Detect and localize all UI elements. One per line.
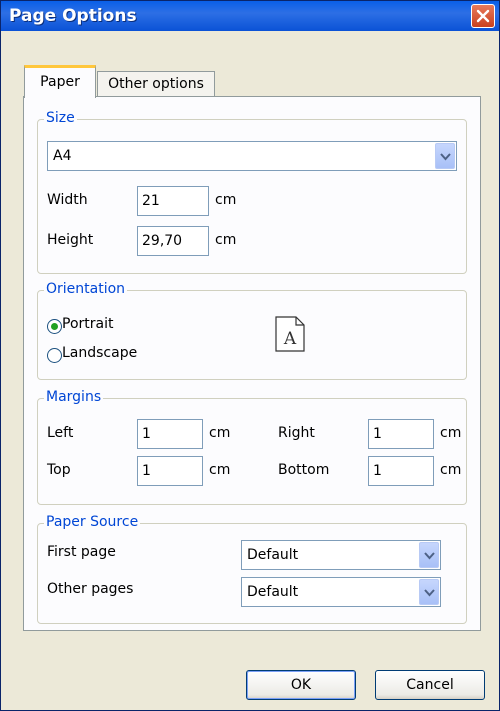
right-margin-label: Right	[278, 425, 315, 441]
ok-button-label: OK	[290, 677, 312, 693]
other-pages-source-select[interactable]: Default	[241, 577, 441, 607]
landscape-label[interactable]: Landscape	[62, 345, 137, 361]
orientation-group: Orientation Portrait Landscape A	[37, 281, 467, 380]
page-preview-letter: A	[283, 329, 297, 349]
orientation-group-title: Orientation	[44, 281, 128, 297]
height-unit: cm	[215, 232, 237, 248]
close-button[interactable]	[471, 4, 495, 28]
right-margin-input[interactable]: 1	[368, 419, 434, 449]
paper-size-select[interactable]: A4	[47, 141, 457, 171]
right-margin-unit: cm	[440, 425, 462, 441]
landscape-radio[interactable]	[47, 348, 62, 363]
paper-source-group: Paper Source First page Default Other pa…	[37, 514, 467, 624]
left-margin-input[interactable]: 1	[137, 419, 203, 449]
chevron-down-icon	[440, 153, 451, 161]
paper-size-value: A4	[53, 148, 72, 164]
bottom-margin-input[interactable]: 1	[368, 456, 434, 486]
paper-source-group-title: Paper Source	[44, 514, 141, 530]
other-pages-dropdown-button[interactable]	[419, 579, 439, 605]
size-group-title: Size	[44, 110, 77, 126]
bottom-margin-label: Bottom	[278, 462, 330, 478]
first-page-label: First page	[47, 544, 116, 560]
portrait-page-icon: A	[275, 316, 305, 352]
tab-paper[interactable]: Paper	[24, 65, 96, 98]
margins-group-title: Margins	[44, 389, 104, 405]
height-value: 29,70	[142, 233, 183, 249]
ok-button[interactable]: OK	[246, 670, 356, 700]
left-margin-unit: cm	[209, 425, 231, 441]
cancel-button-label: Cancel	[406, 677, 454, 693]
size-group: Size A4 Width 21 cm Height 29,70 cm	[37, 110, 467, 274]
left-margin-value: 1	[142, 426, 151, 442]
first-page-source-select[interactable]: Default	[241, 540, 441, 570]
top-margin-unit: cm	[209, 462, 231, 478]
other-pages-label: Other pages	[47, 581, 134, 597]
tab-paper-label: Paper	[40, 74, 80, 90]
portrait-label[interactable]: Portrait	[62, 316, 113, 332]
width-input[interactable]: 21	[137, 186, 209, 216]
bottom-margin-unit: cm	[440, 462, 462, 478]
right-margin-value: 1	[373, 426, 382, 442]
paper-tab-panel: Size A4 Width 21 cm Height 29,70 cm Orie…	[23, 96, 481, 631]
paper-size-dropdown-button[interactable]	[435, 143, 455, 169]
margins-group: Margins Left 1 cm Right 1 cm Top 1 cm Bo…	[37, 389, 467, 505]
portrait-radio[interactable]	[47, 319, 62, 334]
left-margin-label: Left	[47, 425, 74, 441]
tab-other-options-label: Other options	[108, 76, 204, 92]
top-margin-label: Top	[47, 462, 71, 478]
width-label: Width	[47, 192, 88, 208]
page-options-dialog: Page Options Paper Other options Size A4…	[0, 0, 500, 711]
first-page-source-value: Default	[247, 547, 299, 563]
width-unit: cm	[215, 192, 237, 208]
bottom-margin-value: 1	[373, 463, 382, 479]
chevron-down-icon	[424, 589, 435, 597]
height-input[interactable]: 29,70	[137, 226, 209, 256]
height-label: Height	[47, 232, 94, 248]
tab-other-options[interactable]: Other options	[97, 71, 215, 97]
window-title: Page Options	[9, 6, 137, 26]
title-bar[interactable]: Page Options	[1, 1, 499, 31]
top-margin-input[interactable]: 1	[137, 456, 203, 486]
close-icon	[476, 9, 490, 23]
top-margin-value: 1	[142, 463, 151, 479]
width-value: 21	[142, 193, 160, 209]
other-pages-source-value: Default	[247, 584, 299, 600]
first-page-dropdown-button[interactable]	[419, 542, 439, 568]
chevron-down-icon	[424, 552, 435, 560]
cancel-button[interactable]: Cancel	[375, 670, 485, 700]
